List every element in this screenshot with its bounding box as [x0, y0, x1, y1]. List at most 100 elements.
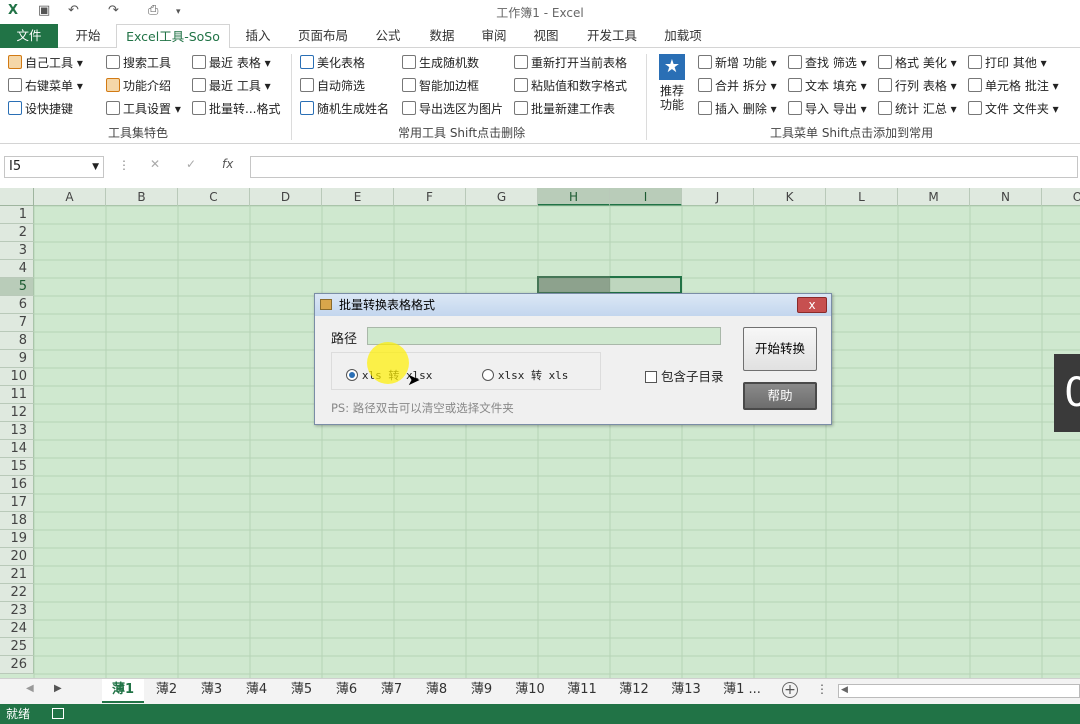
sheet-tab-1[interactable]: 薄1 [102, 679, 144, 703]
sheet-tab-14[interactable]: 薄1 ... [712, 679, 772, 703]
sheet-tab-11[interactable]: 薄11 [556, 679, 608, 703]
worksheet-grid[interactable]: ABCDEFGHIJKLMNO 1 2 3 4 5 6 7 8 9 10 11 12 13 14 15 16 1… [0, 188, 1080, 678]
sheet-tab-3[interactable]: 薄3 [189, 679, 234, 703]
ribbon-btn-rows-cols[interactable]: 行列 表格 ▾ [878, 76, 957, 96]
ribbon-btn-random-numbers[interactable]: 生成随机数 [402, 53, 479, 73]
ribbon-btn-add-feature[interactable]: 新增 功能 ▾ [698, 53, 777, 73]
ribbon-btn-import-export[interactable]: 导入 导出 ▾ [788, 99, 867, 119]
scroll-left-arrow-icon[interactable]: ◀ [841, 685, 848, 695]
cursor-highlight [367, 342, 409, 384]
label: 智能加边框 [419, 79, 480, 93]
label: 单元格 批注 [985, 79, 1049, 93]
title-bar: X ▣ ↶ ↷ ⎙ ▾ 工作簿1 - Excel [0, 0, 1080, 24]
enter-icon[interactable]: ✓ [186, 157, 196, 171]
scroll-left-icon[interactable]: ◀ [26, 683, 34, 694]
cancel-icon[interactable]: ✕ [150, 157, 160, 171]
ribbon-btn-smart-borders[interactable]: 智能加边框 [402, 76, 479, 96]
ribbon-btn-merge-split[interactable]: 合并 拆分 ▾ [698, 76, 777, 96]
sheet-tab-12[interactable]: 薄12 [608, 679, 660, 703]
close-button[interactable]: x [797, 297, 827, 313]
ribbon-btn-find-filter[interactable]: 查找 筛选 ▾ [788, 53, 867, 73]
tab-add-ins[interactable]: 加载项 [654, 24, 712, 48]
ribbon-tabs: 文件 开始 Excel工具-SoSo 插入 页面布局 公式 数据 审阅 视图 开… [0, 24, 1080, 49]
scroll-right-icon[interactable]: ▶ [54, 683, 62, 694]
close-icon: x [808, 298, 816, 312]
horizontal-scrollbar[interactable]: ◀ [838, 684, 1080, 698]
label: 生成随机数 [419, 56, 480, 70]
radio-label: xlsx 转 xls [497, 369, 569, 382]
tab-file[interactable]: 文件 [0, 24, 58, 48]
tab-data[interactable]: 数据 [418, 24, 466, 48]
sheet-tab-4[interactable]: 薄4 [234, 679, 279, 703]
ribbon-btn-print-other[interactable]: 打印 其他 ▾ [968, 53, 1047, 73]
ribbon-btn-tool-settings[interactable]: 工具设置 ▾ [106, 99, 181, 119]
ribbon-btn-cell-comment[interactable]: 单元格 批注 ▾ [968, 76, 1059, 96]
tab-page-layout[interactable]: 页面布局 [290, 24, 356, 48]
label: 行列 表格 [895, 79, 947, 93]
radio-xlsx-to-xls[interactable]: xlsx 转 xls [482, 367, 568, 383]
name-box[interactable]: I5 ▼ [4, 156, 104, 178]
ribbon-btn-shortcuts[interactable]: 设快捷键 [8, 99, 73, 119]
ribbon-btn-paste-values[interactable]: 粘贴值和数字格式 [514, 76, 627, 96]
ribbon-btn-batch-new-sheets[interactable]: 批量新建工作表 [514, 99, 615, 119]
ribbon-btn-search-tools[interactable]: 搜索工具 [106, 53, 171, 73]
add-sheet-icon[interactable]: + [782, 682, 798, 698]
ribbon-btn-own-tools[interactable]: 自己工具 ▾ [8, 53, 83, 73]
ribbon-btn-batch-convert[interactable]: 批量转...格式 [192, 99, 280, 119]
start-convert-button[interactable]: 开始转换 [743, 327, 817, 371]
tab-developer[interactable]: 开发工具 [578, 24, 646, 48]
dialog-title-bar[interactable]: 批量转换表格格式 [315, 294, 831, 316]
dialog-title: 批量转换表格格式 [339, 298, 436, 312]
ribbon-btn-context-menu[interactable]: 右键菜单 ▾ [8, 76, 83, 96]
sheet-tab-2[interactable]: 薄2 [144, 679, 189, 703]
label: 统计 汇总 [895, 102, 947, 116]
tab-view[interactable]: 视图 [522, 24, 570, 48]
label: 批量转...格式 [209, 102, 281, 116]
tab-excel-tools-soso[interactable]: Excel工具-SoSo [116, 24, 230, 49]
label: 粘贴值和数字格式 [531, 79, 628, 93]
sheet-tab-8[interactable]: 薄8 [414, 679, 459, 703]
sheet-tab-5[interactable]: 薄5 [279, 679, 324, 703]
path-input[interactable] [367, 327, 721, 345]
label: 最近 表格 [209, 56, 261, 70]
ribbon-btn-random-names[interactable]: 随机生成姓名 [300, 99, 389, 119]
checkbox-icon [645, 371, 657, 383]
ribbon-btn-beautify-table[interactable]: 美化表格 [300, 53, 365, 73]
label: 合并 拆分 [715, 79, 767, 93]
ribbon-btn-feature-intro[interactable]: 功能介绍 [106, 76, 171, 96]
sheet-tab-9[interactable]: 薄9 [459, 679, 504, 703]
include-subdirectories-checkbox[interactable]: 包含子目录 [645, 366, 724, 385]
ribbon-btn-file-folder[interactable]: 文件 文件夹 ▾ [968, 99, 1059, 119]
sheet-tab-10[interactable]: 薄10 [504, 679, 556, 703]
star-icon: ★ [659, 54, 685, 80]
ribbon-btn-recent-tools[interactable]: 最近 工具 ▾ [192, 76, 271, 96]
macro-record-icon[interactable] [52, 708, 64, 719]
insert-function-icon[interactable]: fx [222, 157, 233, 171]
label: 文本 填充 [805, 79, 857, 93]
ribbon-btn-reopen-table[interactable]: 重新打开当前表格 [514, 53, 627, 73]
sheet-tab-7[interactable]: 薄7 [369, 679, 414, 703]
ribbon-btn-export-image[interactable]: 导出选区为图片 [402, 99, 503, 119]
sheet-tab-6[interactable]: 薄6 [324, 679, 369, 703]
formula-input[interactable] [250, 156, 1078, 178]
tab-insert[interactable]: 插入 [234, 24, 282, 48]
recommend-button[interactable]: ★ 推荐 功能 [652, 54, 692, 120]
ribbon-btn-auto-filter[interactable]: 自动筛选 [300, 76, 365, 96]
chevron-down-icon: ▼ [92, 162, 99, 172]
ribbon-btn-insert-delete[interactable]: 插入 删除 ▾ [698, 99, 777, 119]
tab-review[interactable]: 审阅 [470, 24, 518, 48]
label: 最近 工具 [209, 79, 261, 93]
ribbon-btn-recent-tables[interactable]: 最近 表格 ▾ [192, 53, 271, 73]
label: 导入 导出 [805, 102, 857, 116]
tab-formulas[interactable]: 公式 [364, 24, 412, 48]
label: 自动筛选 [317, 79, 366, 93]
label: 右键菜单 [25, 79, 74, 93]
ribbon-btn-stats-summary[interactable]: 统计 汇总 ▾ [878, 99, 957, 119]
ribbon-btn-format-beautify[interactable]: 格式 美化 ▾ [878, 53, 957, 73]
tab-home[interactable]: 开始 [62, 24, 114, 48]
sheet-tab-13[interactable]: 薄13 [660, 679, 712, 703]
label: 格式 美化 [895, 56, 947, 70]
help-button[interactable]: 帮助 [743, 382, 817, 410]
name-box-value: I5 [9, 159, 22, 174]
ribbon-btn-text-fill[interactable]: 文本 填充 ▾ [788, 76, 867, 96]
